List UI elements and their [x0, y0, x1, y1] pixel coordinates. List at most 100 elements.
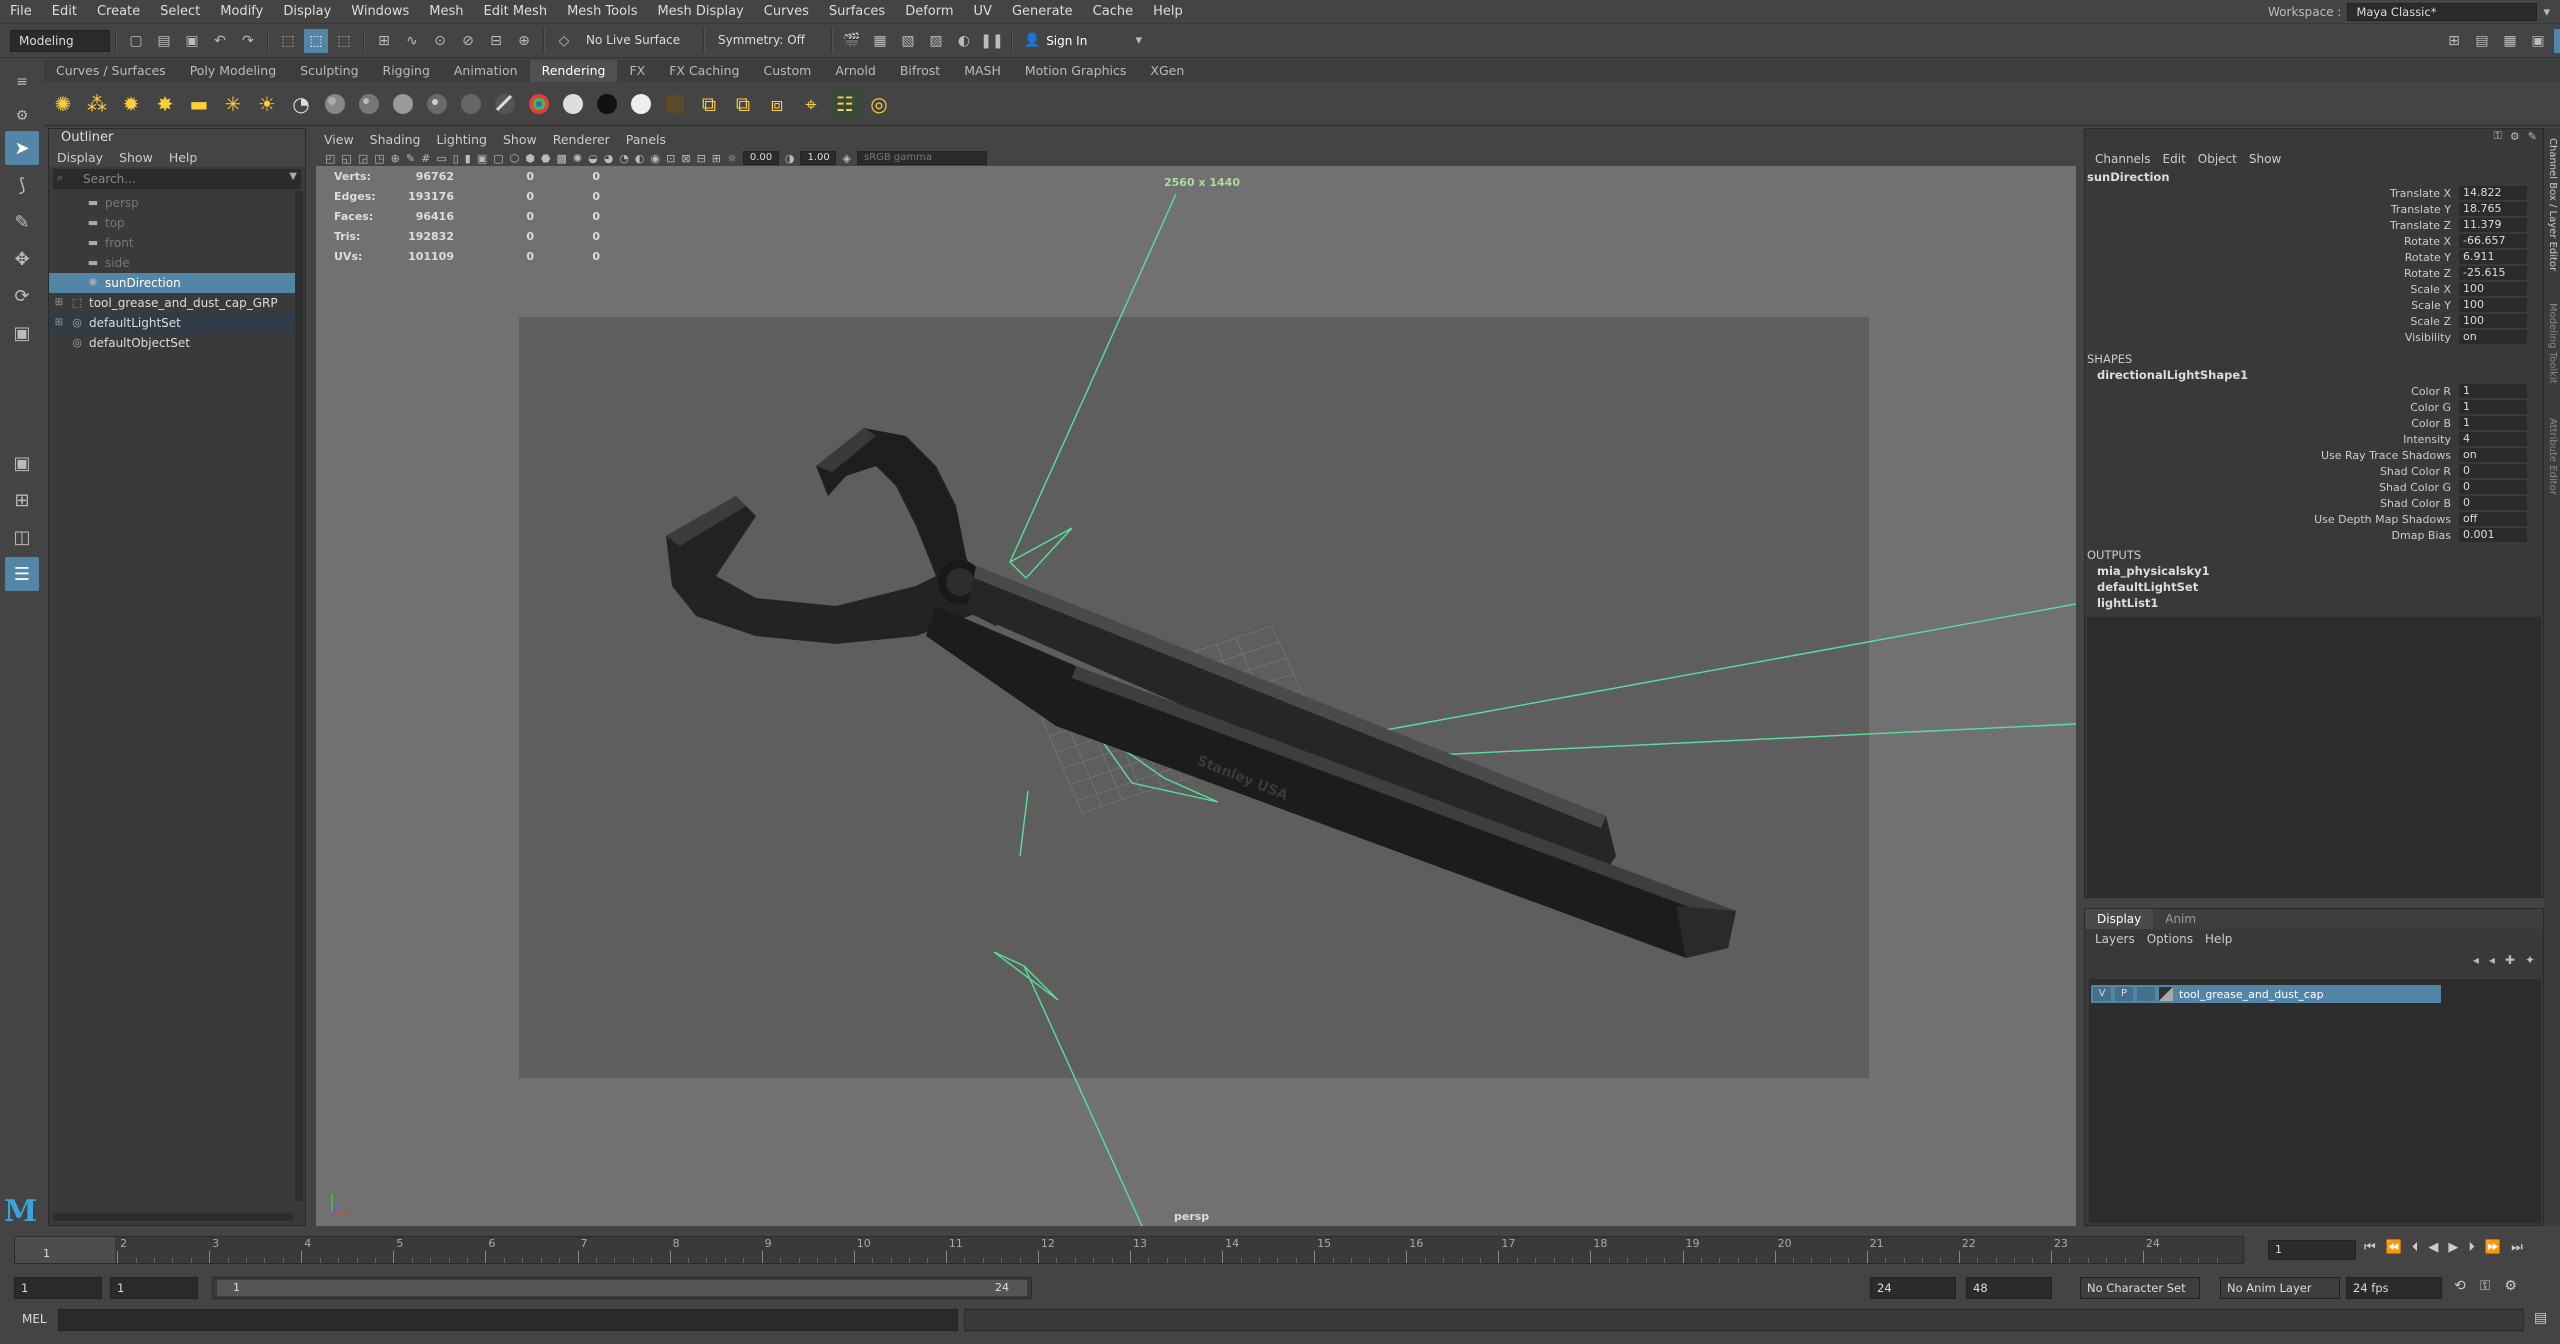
channel-value-field[interactable]: 0.001	[2459, 528, 2527, 542]
render-layer-icon[interactable]: ⧉	[694, 89, 724, 119]
directional-light-icon[interactable]: ⁂	[82, 89, 112, 119]
tab-display[interactable]: Display	[2085, 909, 2154, 929]
channel-row[interactable]: Rotate Y 6.911	[2085, 249, 2543, 265]
volume-light-icon[interactable]: ✳	[218, 89, 248, 119]
snap-surface-icon[interactable]: ⊟	[484, 29, 508, 53]
menu-generate[interactable]: Generate	[1002, 0, 1083, 24]
viewport-menu-show[interactable]: Show	[495, 132, 545, 147]
move-layer-down-icon[interactable]: ◂	[2489, 953, 2495, 967]
save-scene-icon[interactable]: ▣	[180, 29, 204, 53]
hypershade-icon[interactable]: ◐	[952, 29, 976, 53]
mode-dropdown[interactable]: Modeling	[10, 29, 110, 52]
channel-box-toggle-icon[interactable]: ▣	[2526, 29, 2550, 53]
command-input[interactable]	[58, 1309, 958, 1331]
menu-edit-mesh[interactable]: Edit Mesh	[474, 0, 558, 24]
new-layer-icon[interactable]: ✚	[2505, 953, 2515, 967]
material-sphere-1-icon[interactable]	[320, 89, 350, 119]
channel-row[interactable]: Rotate Z -25.615	[2085, 265, 2543, 281]
render-settings-icon[interactable]: ▨	[924, 29, 948, 53]
black-sphere-icon[interactable]	[592, 89, 622, 119]
expand-icon[interactable]: ⊞	[49, 293, 69, 313]
menu-help[interactable]: Help	[1143, 0, 1193, 24]
channel-row[interactable]: Shad Color B 0	[2085, 495, 2543, 511]
select-component-icon[interactable]: ⬚	[332, 29, 356, 53]
render-view-icon[interactable]: ▧	[896, 29, 920, 53]
symmetry-dropdown[interactable]: Symmetry: Off	[710, 29, 826, 52]
channel-value-field[interactable]: 0	[2459, 480, 2527, 494]
render-pass-icon[interactable]: ⧉	[728, 89, 758, 119]
sign-in-button[interactable]: 👤 Sign In ▾	[1018, 29, 1142, 53]
menu-mesh-tools[interactable]: Mesh Tools	[557, 0, 647, 24]
step-back-key-icon[interactable]: ⏪	[2386, 1240, 2402, 1255]
channel-row[interactable]: Scale X 100	[2085, 281, 2543, 297]
scale-tool-icon[interactable]: ▣	[5, 316, 39, 350]
channel-row[interactable]: Translate X 14.822	[2085, 185, 2543, 201]
light-list-icon[interactable]: ☷	[830, 88, 860, 119]
channel-value-field[interactable]: off	[2459, 512, 2527, 526]
film-gate-icon[interactable]: ▭	[436, 152, 446, 165]
perspective-viewport[interactable]: Verts: 96762 0 0 Edges: 193176 0 0 Faces: 96416 0 0…	[316, 166, 2076, 1226]
outliner-item[interactable]: ✺ sunDirection	[49, 273, 297, 293]
menu-mesh[interactable]: Mesh	[419, 0, 473, 24]
menu-file[interactable]: File	[0, 0, 42, 24]
ipr-render-icon[interactable]: ▦	[868, 29, 892, 53]
channels-menu[interactable]: Channels	[2089, 152, 2157, 166]
live-surface-icon[interactable]: ◇	[552, 29, 576, 53]
select-tool-icon[interactable]: ➤	[5, 131, 39, 165]
isolate-select-icon[interactable]: ⊡	[666, 152, 675, 165]
channel-value-field[interactable]: 4	[2459, 432, 2527, 446]
channel-row[interactable]: Translate Y 18.765	[2085, 201, 2543, 217]
exposure-field[interactable]: 0.00	[742, 151, 779, 165]
channel-row[interactable]: Scale Y 100	[2085, 297, 2543, 313]
shelf-tab-xgen[interactable]: XGen	[1138, 60, 1196, 82]
motion-blur-icon[interactable]: ◔	[619, 152, 629, 165]
white-sphere-icon[interactable]	[558, 89, 588, 119]
exposure-icon[interactable]: ☼	[727, 152, 737, 165]
channel-box-settings-icon[interactable]: ⚙	[2510, 130, 2520, 143]
layer-editor-toggle-icon[interactable]: ⚙	[2554, 29, 2560, 53]
channel-row[interactable]: Shad Color R 0	[2085, 463, 2543, 479]
image-plane-icon[interactable]: ◳	[374, 152, 384, 165]
channel-box-key-icon[interactable]: ⚿	[2494, 129, 2502, 143]
outliner-search-input[interactable]: Search...	[53, 169, 301, 189]
expand-icon[interactable]: ⊞	[49, 313, 69, 333]
range-slider-handle[interactable]	[217, 1280, 1027, 1296]
tab-anim[interactable]: Anim	[2153, 909, 2208, 929]
outliner-menu-help[interactable]: Help	[161, 150, 206, 165]
time-slider[interactable]: 2 3 4 5 6 7 8 9 10 11 12 13 14 15 16 17 18 19 20 21 22 23 24 1	[14, 1236, 2244, 1264]
wireframe-icon[interactable]: ⬡	[510, 152, 520, 165]
point-light-icon[interactable]: ✹	[116, 89, 146, 119]
grease-pencil-icon[interactable]: ✎	[406, 152, 415, 165]
menu-curves[interactable]: Curves	[754, 0, 819, 24]
shelf-settings-icon[interactable]: ⚙	[10, 104, 34, 128]
channel-row[interactable]: Intensity 4	[2085, 431, 2543, 447]
channel-value-field[interactable]: 18.765	[2459, 202, 2527, 216]
menu-create[interactable]: Create	[87, 0, 150, 24]
channel-row[interactable]: Translate Z 11.379	[2085, 217, 2543, 233]
shelf-tab-fx-caching[interactable]: FX Caching	[657, 60, 751, 82]
ramp-shader-icon[interactable]	[524, 89, 554, 119]
lasso-tool-icon[interactable]: ⟆	[5, 168, 39, 202]
menu-display[interactable]: Display	[273, 0, 341, 24]
grid-icon[interactable]: #	[421, 152, 430, 165]
channel-row[interactable]: Use Ray Trace Shadows on	[2085, 447, 2543, 463]
render-frame-icon[interactable]: 🎬	[840, 29, 864, 53]
channel-value-field[interactable]: 1	[2459, 416, 2527, 430]
pause-render-icon[interactable]: ❚❚	[980, 29, 1004, 53]
viewport-menu-panels[interactable]: Panels	[618, 132, 674, 147]
play-forwards-icon[interactable]: ▶	[2448, 1240, 2458, 1255]
wireframe-on-shaded-icon[interactable]: ⬣	[541, 152, 551, 165]
shelf-tab-custom[interactable]: Custom	[751, 60, 823, 82]
anim-layer-dropdown[interactable]: No Anim Layer	[2220, 1277, 2340, 1299]
channel-value-field[interactable]: on	[2459, 330, 2527, 344]
show-menu[interactable]: Show	[2243, 152, 2287, 166]
script-editor-icon[interactable]: ▤	[2534, 1310, 2547, 1326]
outliner-scrollbar[interactable]	[295, 191, 303, 1201]
channel-row[interactable]: Rotate X -66.657	[2085, 233, 2543, 249]
channel-value-field[interactable]: 1	[2459, 400, 2527, 414]
outliner-item[interactable]: ▬ front	[49, 233, 297, 253]
workspace-dropdown[interactable]: Maya Classic*	[2347, 3, 2538, 21]
loop-icon[interactable]: ⟲	[2454, 1278, 2466, 1294]
fps-dropdown[interactable]: 24 fps	[2346, 1277, 2442, 1299]
gate-mask-icon[interactable]: ▮	[465, 152, 471, 165]
